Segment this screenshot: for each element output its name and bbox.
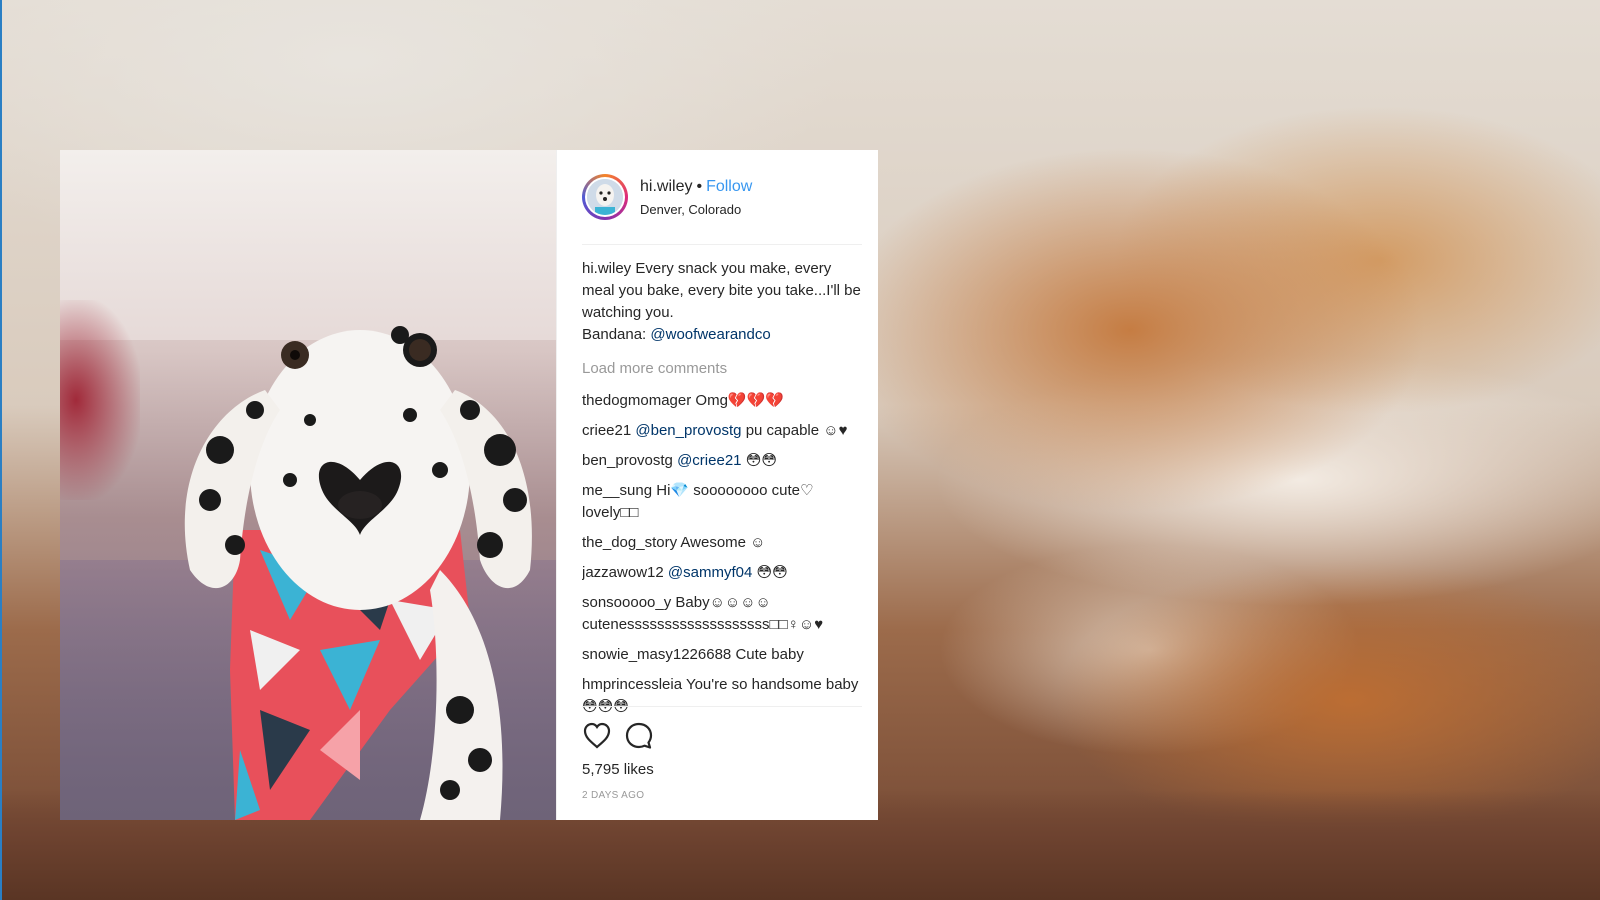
dalmatian-illustration [184,326,532,820]
avatar[interactable] [582,174,628,220]
comment-username[interactable]: ben_provostg [582,452,673,469]
comments-list[interactable]: hi.wiley Every snack you make, every mea… [582,258,862,728]
comment-item: jazzawow12 @sammyf04 😳😳 [582,562,862,584]
comment-username[interactable]: thedogmomager [582,392,691,409]
comment-text: Cute baby [735,646,804,663]
caption-mention-link[interactable]: @woofwearandco [650,326,770,343]
caption-bandana-label: Bandana: [582,326,647,343]
comment-text: Omg💔💔💔 [695,392,784,409]
follow-button[interactable]: Follow [706,178,752,195]
load-more-comments-button[interactable]: Load more comments [582,358,862,380]
instagram-post-card: hi.wiley • Follow Denver, Colorado hi.wile… [60,150,878,820]
post-actions: 5,795 likes 2 DAYS AGO [582,706,862,801]
comment-item: the_dog_story Awesome ☺ [582,532,862,554]
post-header: hi.wiley • Follow Denver, Colorado [582,150,862,245]
comment-item: snowie_masy1226688 Cute baby [582,644,862,666]
comment-username[interactable]: me__sung [582,482,652,499]
dog-avatar-icon [587,179,623,215]
comment-item: sonsooooo_y Baby☺☺☺☺ cutenesssssssssssss… [582,592,862,636]
comment-text: 😳😳 [756,564,788,581]
comment-text: Awesome ☺ [680,534,766,551]
avatar-image [587,179,623,215]
location-link[interactable]: Denver, Colorado [640,202,752,217]
comment-username[interactable]: jazzawow12 [582,564,664,581]
separator-dot: • [696,177,703,195]
heart-outline-icon[interactable] [582,721,612,751]
comment-item: criee21 @ben_provostg pu capable ☺♥ [582,420,862,442]
comment-username[interactable]: sonsooooo_y [582,594,671,611]
likes-count[interactable]: 5,795 likes [582,761,862,778]
caption-username[interactable]: hi.wiley [582,260,631,277]
post-timestamp[interactable]: 2 DAYS AGO [582,790,862,801]
comment-mention-link[interactable]: @sammyf04 [668,564,752,581]
comment-item: ben_provostg @criee21 😳😳 [582,450,862,472]
username-link[interactable]: hi.wiley [640,178,692,195]
comment-item: thedogmomager Omg💔💔💔 [582,390,862,412]
comment-item: me__sung Hi💎 soooooooo cute♡ lovely□□ [582,480,862,524]
window-edge [0,0,2,900]
post-photo[interactable] [60,150,556,820]
comment-username[interactable]: criee21 [582,422,631,439]
post-sidebar: hi.wiley • Follow Denver, Colorado hi.wile… [556,150,878,820]
comment-text: pu capable ☺♥ [745,422,848,439]
comment-username[interactable]: hmprincessleia [582,676,682,693]
comment-text: 😳😳 [745,452,777,469]
comment-username[interactable]: the_dog_story [582,534,677,551]
comment-username[interactable]: snowie_masy1226688 [582,646,731,663]
post-caption: hi.wiley Every snack you make, every mea… [582,258,862,346]
comment-bubble-icon[interactable] [624,721,654,751]
comment-mention-link[interactable]: @ben_provostg [635,422,741,439]
comment-mention-link[interactable]: @criee21 [677,452,741,469]
